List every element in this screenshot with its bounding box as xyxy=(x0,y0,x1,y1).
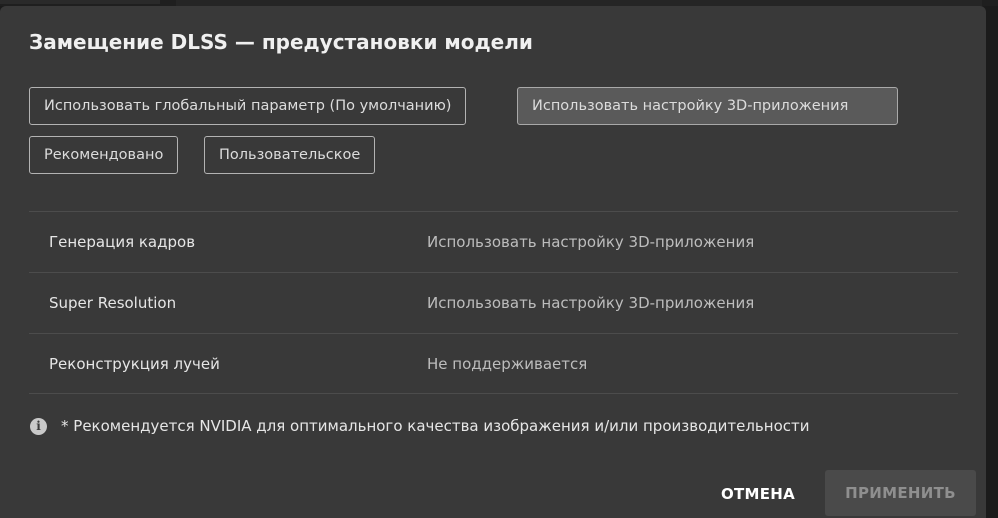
settings-table: Генерация кадров Использовать настройку … xyxy=(29,211,958,394)
option-custom[interactable]: Пользовательское xyxy=(204,136,376,174)
row-value: Не поддерживается xyxy=(427,355,588,373)
row-label: Super Resolution xyxy=(49,294,177,312)
option-recommended[interactable]: Рекомендовано xyxy=(29,136,179,174)
row-label: Реконструкция лучей xyxy=(49,355,220,373)
table-row-ray-reconstruction: Реконструкция лучей Не поддерживается xyxy=(29,333,958,394)
info-icon: i xyxy=(30,417,47,435)
table-row-frame-generation: Генерация кадров Использовать настройку … xyxy=(29,211,958,272)
cancel-button[interactable]: ОТМЕНА xyxy=(706,472,810,516)
option-global-default[interactable]: Использовать глобальный параметр (По умо… xyxy=(29,87,467,125)
recommendation-note: i * Рекомендуется NVIDIA для оптимальног… xyxy=(30,416,809,436)
dlss-override-dialog: Замещение DLSS — предустановки модели Ис… xyxy=(0,6,986,518)
background-panel-left xyxy=(0,0,160,4)
option-use-3d-app[interactable]: Использовать настройку 3D-приложения xyxy=(517,87,898,125)
table-row-super-resolution: Super Resolution Использовать настройку … xyxy=(29,272,958,333)
row-label: Генерация кадров xyxy=(49,233,196,251)
apply-button[interactable]: ПРИМЕНИТЬ xyxy=(825,470,976,516)
row-value: Использовать настройку 3D-приложения xyxy=(427,294,755,312)
row-value: Использовать настройку 3D-приложения xyxy=(427,233,755,251)
dialog-title: Замещение DLSS — предустановки модели xyxy=(29,30,533,54)
note-text: * Рекомендуется NVIDIA для оптимального … xyxy=(61,417,810,435)
